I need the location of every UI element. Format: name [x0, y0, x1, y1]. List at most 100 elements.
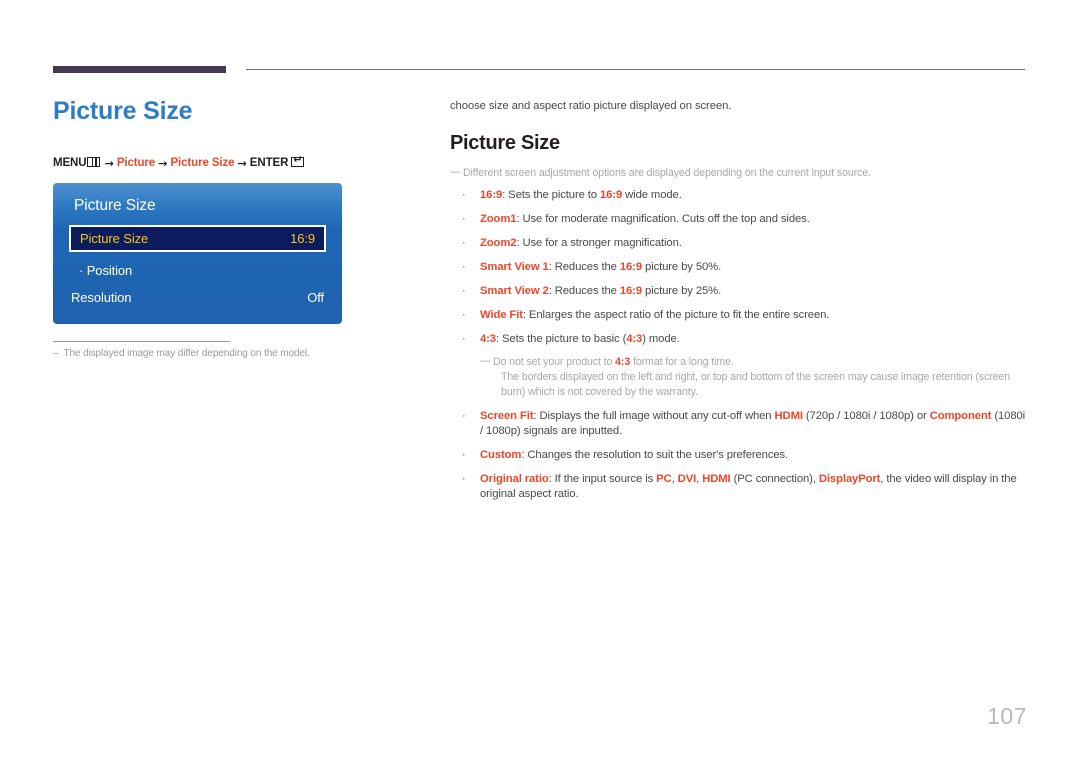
osd-row-label: · Position — [79, 263, 133, 278]
highlighted-term: 16:9 — [619, 261, 642, 273]
bullet-icon: · — [462, 213, 466, 225]
body-text: picture by 50%. — [642, 261, 722, 273]
left-footnote: – The displayed image may differ dependin… — [53, 348, 310, 359]
highlighted-term: Screen Fit — [480, 410, 534, 422]
body-text: : Use for moderate magnification. Cuts o… — [516, 213, 810, 225]
section-title: Picture Size — [450, 132, 560, 154]
option-list-item: · Custom: Changes the resolution to suit … — [450, 448, 1028, 463]
body-text: : Enlarges the aspect ratio of the pictu… — [522, 309, 830, 321]
body-text: : Sets the picture to basic ( — [495, 333, 627, 345]
menu-navigation-path: MENU → Picture → Picture Size → ENTER — [53, 154, 423, 170]
note-dash: — — [450, 166, 461, 178]
right-column: choose size and aspect ratio picture dis… — [450, 100, 1028, 502]
option-list-item: · 16:9: Sets the picture to 16:9 wide mod… — [450, 188, 1028, 203]
enter-key-icon — [291, 154, 305, 167]
page-title: Picture Size — [53, 97, 193, 125]
option-list-item: · Wide Fit: Enlarges the aspect ratio of … — [450, 308, 1028, 323]
body-text: : Changes the resolution to suit the use… — [521, 449, 789, 461]
osd-row-label: Picture Size — [80, 231, 149, 246]
option-list-secondary: · Screen Fit: Displays the full image wit… — [450, 409, 1028, 502]
option-list-item: · Zoom2: Use for a stronger magnification… — [450, 236, 1028, 251]
highlighted-term: 4:3 — [480, 333, 496, 345]
bullet-icon: · — [462, 410, 466, 422]
highlighted-term: Smart View 1 — [480, 261, 549, 273]
body-text: ) mode. — [642, 333, 680, 345]
highlighted-term: Original ratio — [480, 473, 549, 485]
bullet-icon: · — [462, 333, 466, 345]
sub-note-text: Do not set your product to 4:3 format fo… — [493, 356, 734, 368]
body-text: : If the input source is — [548, 473, 657, 485]
note-text: Different screen adjustment options are … — [463, 167, 871, 179]
manual-page: Picture Size MENU → Picture → Picture Si… — [0, 0, 1080, 763]
option-list-primary: · 16:9: Sets the picture to 16:9 wide mod… — [450, 188, 1028, 347]
menu-label: MENU — [53, 157, 87, 169]
body-text: : Sets the picture to — [502, 189, 600, 201]
highlighted-term: 16:9 — [599, 189, 623, 201]
bullet-icon: · — [462, 285, 466, 297]
option-list-item: · Zoom1: Use for moderate magnification. … — [450, 212, 1028, 227]
body-text: : Displays the full image without any cu… — [533, 410, 775, 422]
page-number: 107 — [987, 703, 1027, 729]
osd-row-label: Resolution — [71, 290, 132, 305]
highlighted-term: Wide Fit — [480, 309, 523, 321]
menu-path-item-picture-size: Picture Size — [170, 157, 235, 169]
bullet-icon: · — [462, 449, 466, 461]
body-text: wide mode. — [622, 189, 682, 201]
footnote-text: The displayed image may differ depending… — [63, 348, 310, 359]
option-list-item: · Original ratio: If the input source is … — [450, 472, 1028, 502]
body-text: format for a long time. — [630, 356, 734, 368]
highlighted-term: DVI — [677, 473, 697, 485]
highlighted-term: 16:9 — [480, 189, 503, 201]
header-rule-thick — [53, 66, 226, 73]
bullet-icon: · — [462, 237, 466, 249]
osd-row-resolution[interactable]: Resolution Off — [71, 284, 324, 311]
highlighted-term: Custom — [480, 449, 522, 461]
highlighted-term: HDMI — [702, 473, 731, 485]
option-list-item: · 4:3: Sets the picture to basic (4:3) mo… — [450, 332, 1028, 347]
section-note: — Different screen adjustment options are… — [450, 166, 1028, 179]
enter-label: ENTER — [249, 157, 289, 169]
body-text: : Reduces the — [548, 285, 620, 297]
bullet-icon: · — [462, 261, 466, 273]
intro-text: choose size and aspect ratio picture dis… — [450, 100, 732, 112]
highlighted-term: Smart View 2 — [480, 285, 549, 297]
body-text: : Use for a stronger magnification. — [516, 237, 682, 249]
highlighted-term: Zoom1 — [480, 213, 517, 225]
body-text: : Reduces the — [548, 261, 620, 273]
osd-menu-panel: Picture Size Picture Size 16:9 · Positio… — [53, 183, 342, 324]
arrow-icon-1: → — [104, 157, 114, 170]
body-text: (720p / 1080i / 1080p) or — [802, 410, 930, 422]
sub-note-dash: — — [480, 355, 491, 367]
highlighted-term: 4:3 — [626, 333, 643, 345]
highlighted-term: Component — [929, 410, 992, 422]
footnote-dash: – — [53, 348, 59, 359]
osd-row-picture-size[interactable]: Picture Size 16:9 — [69, 225, 326, 252]
osd-row-position[interactable]: · Position — [71, 257, 324, 284]
highlighted-term: 4:3 — [615, 356, 631, 368]
menu-path-item-picture: Picture — [116, 157, 156, 169]
footnote-divider — [53, 341, 230, 342]
highlighted-term: Zoom2 — [480, 237, 517, 249]
header-rule-thin — [246, 69, 1025, 70]
bullet-icon: · — [462, 473, 466, 485]
menu-grid-icon — [87, 157, 101, 167]
body-text: Do not set your product to — [493, 356, 616, 368]
option-list-item: · Smart View 1: Reduces the 16:9 picture … — [450, 260, 1028, 275]
body-text: (PC connection), — [730, 473, 819, 485]
osd-panel-title: Picture Size — [74, 197, 156, 214]
arrow-icon-3: → — [237, 157, 247, 170]
osd-row-value: Off — [307, 290, 324, 305]
sub-note-continuation: The borders displayed on the left and ri… — [501, 371, 1010, 398]
highlighted-term: DisplayPort — [818, 473, 881, 485]
highlighted-term: PC — [656, 473, 672, 485]
highlighted-term: 16:9 — [619, 285, 642, 297]
highlighted-term: HDMI — [774, 410, 804, 422]
sub-note-4-3: — Do not set your product to 4:3 format f… — [480, 355, 1028, 400]
option-list-item: · Screen Fit: Displays the full image wit… — [450, 409, 1028, 439]
arrow-icon-2: → — [158, 157, 168, 170]
osd-row-value: 16:9 — [290, 231, 315, 246]
bullet-icon: · — [462, 189, 466, 201]
option-list-item: · Smart View 2: Reduces the 16:9 picture … — [450, 284, 1028, 299]
body-text: picture by 25%. — [642, 285, 722, 297]
bullet-icon: · — [462, 309, 466, 321]
